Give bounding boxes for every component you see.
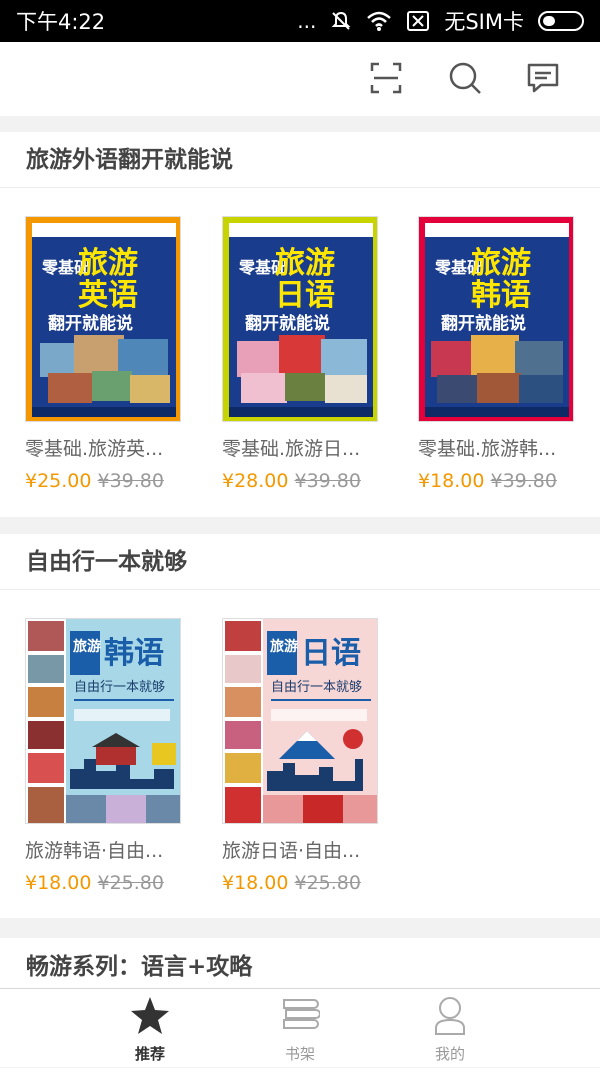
mute-bell-icon xyxy=(331,11,351,30)
book-price: ¥25.00 ¥39.80 xyxy=(25,470,164,492)
sale-price: ¥25.00 xyxy=(25,470,92,492)
search-icon[interactable] xyxy=(447,60,483,96)
cover-text-subtitle: 翻开就能说 xyxy=(441,313,526,334)
original-price: ¥39.80 xyxy=(97,470,164,492)
cover-text-travel: 旅游 xyxy=(78,246,138,281)
book-title[interactable]: 旅游日语·自由... xyxy=(222,836,402,863)
sale-price: ¥28.00 xyxy=(222,470,289,492)
book-price: ¥18.00 ¥25.80 xyxy=(222,872,361,894)
cover-main: 韩语 xyxy=(104,636,164,671)
battery-icon xyxy=(538,11,584,31)
book-cover[interactable]: 零基础 旅游 日语 翻开就能说 xyxy=(222,216,378,422)
cover-subtitle: 自由行一本就够 xyxy=(271,680,362,695)
book-card[interactable]: 零基础 旅游 英语 翻开就能说 零基础.旅游英... ¥25.00 ¥39.80 xyxy=(25,216,185,496)
section-self-guided: 自由行一本就够 旅游 韩语 自由行一本就够 旅游韩语·自由... ¥18.00 … xyxy=(0,534,600,918)
cover-main: 日语 xyxy=(301,636,361,671)
top-toolbar xyxy=(0,42,600,116)
book-cover[interactable]: 旅游 韩语 自由行一本就够 xyxy=(25,618,181,824)
status-time: 下午4:22 xyxy=(16,10,106,34)
wifi-icon xyxy=(367,11,392,31)
message-icon[interactable] xyxy=(525,60,561,96)
book-cover[interactable]: 旅游 日语 自由行一本就够 xyxy=(222,618,378,824)
more-dots-icon: ... xyxy=(297,9,317,33)
book-price: ¥28.00 ¥39.80 xyxy=(222,470,361,492)
cover-text-travel: 旅游 xyxy=(471,246,531,281)
sale-price: ¥18.00 xyxy=(222,872,289,894)
sim-status: 无SIM卡 xyxy=(444,10,524,34)
cover-text-subtitle: 翻开就能说 xyxy=(245,313,330,334)
original-price: ¥39.80 xyxy=(294,470,361,492)
section-title: 自由行一本就够 xyxy=(0,534,600,590)
book-card[interactable]: 零基础 旅游 日语 翻开就能说 零基础.旅游日... ¥28.00 ¥39.80 xyxy=(222,216,382,496)
cover-text-travel: 旅游 xyxy=(275,246,335,281)
book-price: ¥18.00 ¥25.80 xyxy=(25,872,164,894)
original-price: ¥39.80 xyxy=(490,470,557,492)
person-icon xyxy=(435,997,465,1035)
original-price: ¥25.80 xyxy=(97,872,164,894)
book-title[interactable]: 零基础.旅游日... xyxy=(222,434,402,461)
cover-text-lang: 日语 xyxy=(275,278,335,313)
cover-tag: 旅游 xyxy=(73,638,101,655)
book-title[interactable]: 零基础.旅游韩... xyxy=(418,434,598,461)
book-cover[interactable]: 零基础 旅游 韩语 翻开就能说 xyxy=(418,216,574,422)
book-price: ¥18.00 ¥39.80 xyxy=(418,470,557,492)
bookshelf-icon xyxy=(283,999,320,1029)
book-card[interactable]: 零基础 旅游 韩语 翻开就能说 零基础.旅游韩... ¥18.00 ¥39.80 xyxy=(418,216,578,496)
status-bar: 下午4:22 ... 无SIM卡 xyxy=(0,0,600,42)
section-title: 畅游系列：语言+攻略 xyxy=(26,954,253,980)
cover-text-subtitle: 翻开就能说 xyxy=(48,313,133,334)
no-sim-icon xyxy=(407,11,430,31)
scan-icon[interactable] xyxy=(368,60,404,96)
original-price: ¥25.80 xyxy=(294,872,361,894)
book-title[interactable]: 旅游韩语·自由... xyxy=(25,836,205,863)
cover-text-lang: 韩语 xyxy=(471,278,531,313)
book-card[interactable]: 旅游 日语 自由行一本就够 旅游日语·自由... ¥18.00 ¥25.80 xyxy=(222,618,382,898)
tab-label: 我的 xyxy=(434,1045,465,1063)
book-title[interactable]: 零基础.旅游英... xyxy=(25,434,205,461)
star-icon xyxy=(131,997,169,1034)
cover-text-lang: 英语 xyxy=(78,278,138,313)
sale-price: ¥18.00 xyxy=(418,470,485,492)
book-card[interactable]: 旅游 韩语 自由行一本就够 旅游韩语·自由... ¥18.00 ¥25.80 xyxy=(25,618,185,898)
book-cover[interactable]: 零基础 旅游 英语 翻开就能说 xyxy=(25,216,181,422)
cover-tag: 旅游 xyxy=(270,638,298,655)
section-leisure-series: 畅游系列：语言+攻略 xyxy=(0,938,600,988)
section-title: 旅游外语翻开就能说 xyxy=(0,132,600,188)
section-travel-phrasebooks: 旅游外语翻开就能说 零基础 旅游 英语 翻开就能说 零基础.旅游英... ¥25… xyxy=(0,132,600,517)
tab-me[interactable]: 我的 xyxy=(350,989,550,1068)
cover-subtitle: 自由行一本就够 xyxy=(74,680,165,695)
bottom-tab-bar: 推荐 书架 我的 xyxy=(0,988,600,1067)
sale-price: ¥18.00 xyxy=(25,872,92,894)
